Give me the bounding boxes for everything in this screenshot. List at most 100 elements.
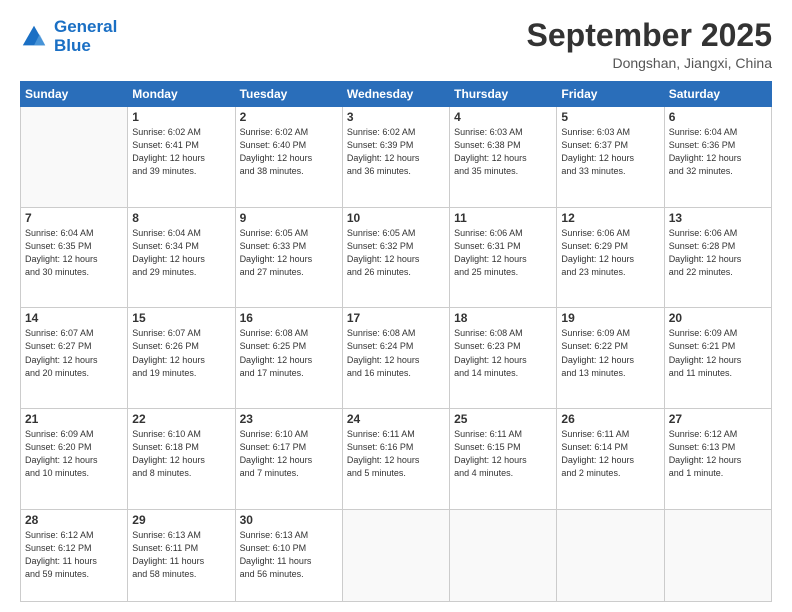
calendar-cell: 23 Sunrise: 6:10 AM Sunset: 6:17 PM Dayli…: [235, 409, 342, 510]
day-number: 13: [669, 211, 767, 225]
calendar-body: 1 Sunrise: 6:02 AM Sunset: 6:41 PM Daylig…: [21, 107, 772, 602]
day-info: Sunrise: 6:09 AM Sunset: 6:22 PM Dayligh…: [561, 327, 659, 379]
calendar-cell: 26 Sunrise: 6:11 AM Sunset: 6:14 PM Dayli…: [557, 409, 664, 510]
calendar-week-row: 1 Sunrise: 6:02 AM Sunset: 6:41 PM Daylig…: [21, 107, 772, 208]
month-title: September 2025: [527, 18, 772, 53]
day-number: 16: [240, 311, 338, 325]
logo-line1: General: [54, 17, 117, 36]
calendar-cell: 3 Sunrise: 6:02 AM Sunset: 6:39 PM Daylig…: [342, 107, 449, 208]
calendar-week-row: 7Sunrise: 6:04 AM Sunset: 6:35 PM Daylig…: [21, 207, 772, 308]
weekday-header-monday: Monday: [128, 82, 235, 107]
day-info: Sunrise: 6:11 AM Sunset: 6:14 PM Dayligh…: [561, 428, 659, 480]
day-number: 8: [132, 211, 230, 225]
page: General Blue September 2025 Dongshan, Ji…: [0, 0, 792, 612]
calendar-cell: 24 Sunrise: 6:11 AM Sunset: 6:16 PM Dayli…: [342, 409, 449, 510]
location-subtitle: Dongshan, Jiangxi, China: [527, 55, 772, 71]
weekday-header-row: SundayMondayTuesdayWednesdayThursdayFrid…: [21, 82, 772, 107]
calendar-week-row: 21 Sunrise: 6:09 AM Sunset: 6:20 PM Dayli…: [21, 409, 772, 510]
logo: General Blue: [20, 18, 117, 55]
logo-text: General Blue: [54, 18, 117, 55]
calendar-cell: 30 Sunrise: 6:13 AM Sunset: 6:10 PM Dayli…: [235, 509, 342, 601]
day-info: Sunrise: 6:09 AM Sunset: 6:21 PM Dayligh…: [669, 327, 767, 379]
day-number: 26: [561, 412, 659, 426]
day-number: 12: [561, 211, 659, 225]
day-info: Sunrise: 6:10 AM Sunset: 6:18 PM Dayligh…: [132, 428, 230, 480]
calendar-cell: 2 Sunrise: 6:02 AM Sunset: 6:40 PM Daylig…: [235, 107, 342, 208]
calendar-cell: 5Sunrise: 6:03 AM Sunset: 6:37 PM Daylig…: [557, 107, 664, 208]
weekday-header-tuesday: Tuesday: [235, 82, 342, 107]
day-number: 15: [132, 311, 230, 325]
calendar-cell: 25 Sunrise: 6:11 AM Sunset: 6:15 PM Dayli…: [450, 409, 557, 510]
calendar-cell: [21, 107, 128, 208]
day-info: Sunrise: 6:13 AM Sunset: 6:11 PM Dayligh…: [132, 529, 230, 581]
day-number: 3: [347, 110, 445, 124]
calendar-cell: 20Sunrise: 6:09 AM Sunset: 6:21 PM Dayli…: [664, 308, 771, 409]
day-info: Sunrise: 6:07 AM Sunset: 6:27 PM Dayligh…: [25, 327, 123, 379]
calendar-cell: 18 Sunrise: 6:08 AM Sunset: 6:23 PM Dayli…: [450, 308, 557, 409]
calendar-cell: 11 Sunrise: 6:06 AM Sunset: 6:31 PM Dayli…: [450, 207, 557, 308]
day-info: Sunrise: 6:13 AM Sunset: 6:10 PM Dayligh…: [240, 529, 338, 581]
day-info: Sunrise: 6:02 AM Sunset: 6:40 PM Dayligh…: [240, 126, 338, 178]
calendar-cell: [450, 509, 557, 601]
calendar-cell: 7Sunrise: 6:04 AM Sunset: 6:35 PM Daylig…: [21, 207, 128, 308]
calendar-cell: 1 Sunrise: 6:02 AM Sunset: 6:41 PM Daylig…: [128, 107, 235, 208]
calendar-cell: 29Sunrise: 6:13 AM Sunset: 6:11 PM Dayli…: [128, 509, 235, 601]
calendar-cell: [557, 509, 664, 601]
day-number: 24: [347, 412, 445, 426]
weekday-header-friday: Friday: [557, 82, 664, 107]
calendar-cell: 21 Sunrise: 6:09 AM Sunset: 6:20 PM Dayli…: [21, 409, 128, 510]
day-number: 25: [454, 412, 552, 426]
day-info: Sunrise: 6:06 AM Sunset: 6:28 PM Dayligh…: [669, 227, 767, 279]
day-info: Sunrise: 6:07 AM Sunset: 6:26 PM Dayligh…: [132, 327, 230, 379]
day-number: 2: [240, 110, 338, 124]
day-number: 11: [454, 211, 552, 225]
day-number: 23: [240, 412, 338, 426]
day-number: 19: [561, 311, 659, 325]
calendar-cell: 4Sunrise: 6:03 AM Sunset: 6:38 PM Daylig…: [450, 107, 557, 208]
calendar-week-row: 14Sunrise: 6:07 AM Sunset: 6:27 PM Dayli…: [21, 308, 772, 409]
day-number: 4: [454, 110, 552, 124]
calendar-cell: 9Sunrise: 6:05 AM Sunset: 6:33 PM Daylig…: [235, 207, 342, 308]
header: General Blue September 2025 Dongshan, Ji…: [20, 18, 772, 71]
calendar-cell: 27Sunrise: 6:12 AM Sunset: 6:13 PM Dayli…: [664, 409, 771, 510]
day-number: 5: [561, 110, 659, 124]
calendar-cell: 17Sunrise: 6:08 AM Sunset: 6:24 PM Dayli…: [342, 308, 449, 409]
day-number: 6: [669, 110, 767, 124]
day-info: Sunrise: 6:06 AM Sunset: 6:29 PM Dayligh…: [561, 227, 659, 279]
calendar-cell: [664, 509, 771, 601]
day-number: 1: [132, 110, 230, 124]
day-number: 9: [240, 211, 338, 225]
calendar-cell: 22 Sunrise: 6:10 AM Sunset: 6:18 PM Dayli…: [128, 409, 235, 510]
day-info: Sunrise: 6:12 AM Sunset: 6:13 PM Dayligh…: [669, 428, 767, 480]
day-info: Sunrise: 6:02 AM Sunset: 6:39 PM Dayligh…: [347, 126, 445, 178]
day-info: Sunrise: 6:10 AM Sunset: 6:17 PM Dayligh…: [240, 428, 338, 480]
weekday-header-sunday: Sunday: [21, 82, 128, 107]
day-number: 22: [132, 412, 230, 426]
day-info: Sunrise: 6:09 AM Sunset: 6:20 PM Dayligh…: [25, 428, 123, 480]
day-info: Sunrise: 6:11 AM Sunset: 6:15 PM Dayligh…: [454, 428, 552, 480]
calendar-cell: 19 Sunrise: 6:09 AM Sunset: 6:22 PM Dayli…: [557, 308, 664, 409]
day-info: Sunrise: 6:06 AM Sunset: 6:31 PM Dayligh…: [454, 227, 552, 279]
calendar-cell: 28Sunrise: 6:12 AM Sunset: 6:12 PM Dayli…: [21, 509, 128, 601]
day-number: 17: [347, 311, 445, 325]
day-number: 21: [25, 412, 123, 426]
day-info: Sunrise: 6:04 AM Sunset: 6:35 PM Dayligh…: [25, 227, 123, 279]
day-info: Sunrise: 6:04 AM Sunset: 6:36 PM Dayligh…: [669, 126, 767, 178]
calendar-cell: 12 Sunrise: 6:06 AM Sunset: 6:29 PM Dayli…: [557, 207, 664, 308]
calendar-week-row: 28Sunrise: 6:12 AM Sunset: 6:12 PM Dayli…: [21, 509, 772, 601]
logo-line2: Blue: [54, 36, 91, 55]
calendar-cell: 10Sunrise: 6:05 AM Sunset: 6:32 PM Dayli…: [342, 207, 449, 308]
day-info: Sunrise: 6:08 AM Sunset: 6:23 PM Dayligh…: [454, 327, 552, 379]
calendar-cell: 15 Sunrise: 6:07 AM Sunset: 6:26 PM Dayli…: [128, 308, 235, 409]
calendar-cell: 6 Sunrise: 6:04 AM Sunset: 6:36 PM Daylig…: [664, 107, 771, 208]
day-info: Sunrise: 6:04 AM Sunset: 6:34 PM Dayligh…: [132, 227, 230, 279]
day-number: 30: [240, 513, 338, 527]
day-info: Sunrise: 6:11 AM Sunset: 6:16 PM Dayligh…: [347, 428, 445, 480]
calendar-cell: 14Sunrise: 6:07 AM Sunset: 6:27 PM Dayli…: [21, 308, 128, 409]
logo-icon: [20, 23, 48, 51]
day-number: 10: [347, 211, 445, 225]
day-info: Sunrise: 6:02 AM Sunset: 6:41 PM Dayligh…: [132, 126, 230, 178]
calendar-cell: 16Sunrise: 6:08 AM Sunset: 6:25 PM Dayli…: [235, 308, 342, 409]
weekday-header-saturday: Saturday: [664, 82, 771, 107]
day-number: 18: [454, 311, 552, 325]
